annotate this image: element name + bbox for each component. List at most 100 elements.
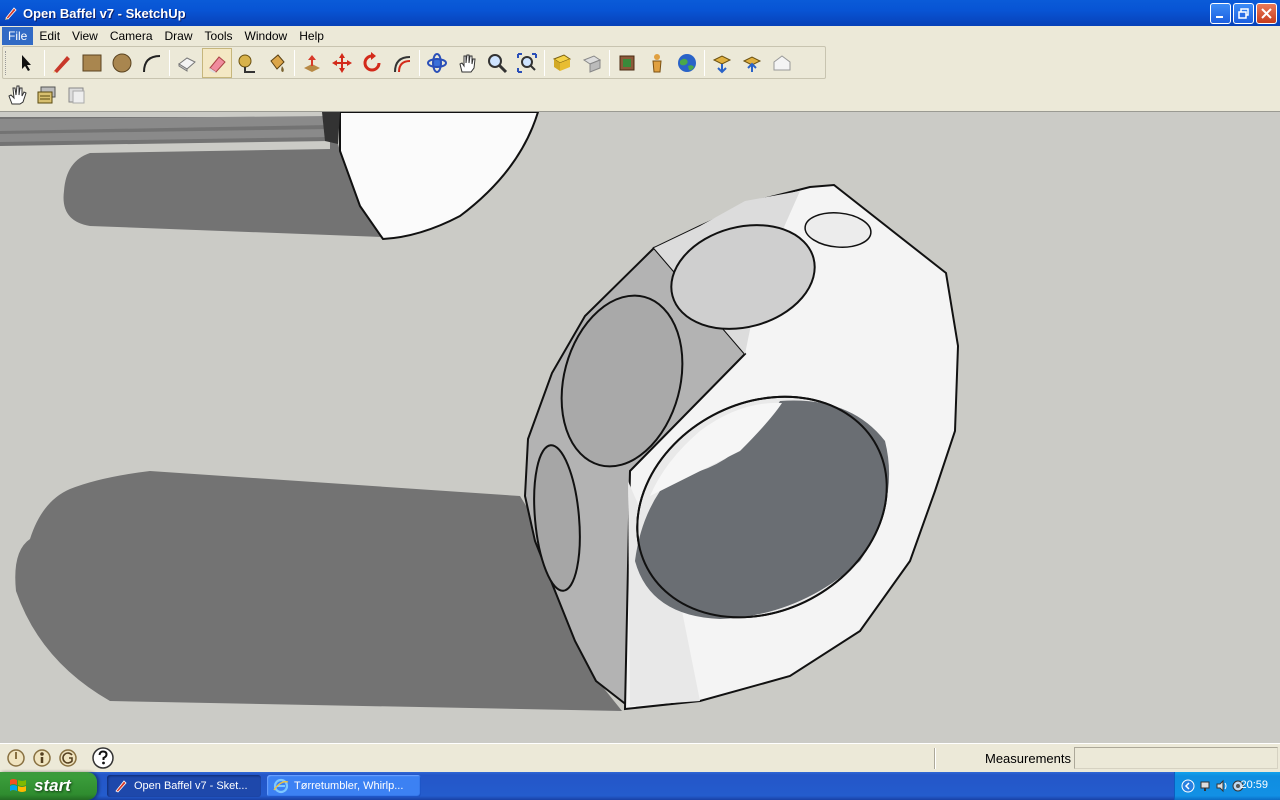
place-model-icon: [619, 55, 635, 70]
volume-icon[interactable]: [1215, 779, 1229, 793]
make-component-icon: [178, 56, 196, 72]
taskbar-item-label: Open Baffel v7 - Sket...: [134, 780, 248, 792]
rectangle-tool-button[interactable]: [77, 48, 107, 78]
measurements-input[interactable]: [1074, 747, 1278, 769]
hand-icon: [8, 85, 27, 105]
tape-measure-icon: [238, 54, 255, 73]
restore-icon: [1238, 8, 1249, 19]
toolbar-separator: [419, 49, 420, 76]
menu-camera[interactable]: Camera: [104, 27, 159, 45]
rectangle-icon: [82, 54, 102, 71]
close-button[interactable]: [1256, 3, 1277, 24]
components-icon: [68, 87, 85, 104]
taskbar-item-label: Tørretumbler, Whirlp...: [294, 780, 404, 792]
get-current-view-button[interactable]: [707, 48, 737, 78]
zoom-extents-icon: [517, 52, 537, 73]
network-icon[interactable]: [1199, 779, 1213, 793]
help-icon[interactable]: [92, 747, 114, 769]
menu-tools[interactable]: Tools: [199, 27, 239, 45]
menu-file[interactable]: File: [2, 26, 34, 45]
status-bar: Measurements: [0, 743, 1280, 772]
pencil-tool-button[interactable]: [47, 48, 77, 78]
components-button[interactable]: [62, 80, 92, 110]
zoom-tool-button[interactable]: [482, 48, 512, 78]
upper-object-face: [339, 112, 540, 241]
sketchup-app-icon: [5, 7, 17, 20]
restore-button[interactable]: [1233, 3, 1254, 24]
push-pull-tool-button[interactable]: [297, 48, 327, 78]
main-toolbar: [2, 46, 826, 79]
share-model-button[interactable]: [577, 48, 607, 78]
google-earth-button[interactable]: [672, 48, 702, 78]
system-tray: 20:59: [1174, 772, 1280, 800]
menu-help[interactable]: Help: [293, 27, 330, 45]
eraser-tool-button[interactable]: [202, 47, 232, 78]
move-icon: [332, 52, 352, 73]
user-icon[interactable]: [58, 748, 78, 768]
get-models-button[interactable]: [547, 48, 577, 78]
position-camera-icon: [652, 53, 662, 72]
make-component-button[interactable]: [172, 48, 202, 78]
place-model-button[interactable]: [612, 48, 642, 78]
start-label: start: [34, 776, 71, 795]
toggle-terrain-icon: [742, 55, 762, 72]
title-bar: Open Baffel v7 - SketchUp: [0, 0, 1280, 26]
circle-tool-button[interactable]: [107, 48, 137, 78]
toolbar-separator: [704, 49, 705, 76]
toolbar-separator: [169, 49, 170, 76]
select-icon: [22, 54, 31, 71]
taskbar-item-browser[interactable]: Tørretumbler, Whirlp...: [267, 775, 421, 797]
menu-window[interactable]: Window: [239, 27, 294, 45]
tape-measure-tool-button[interactable]: [232, 48, 262, 78]
toolbar-separator: [294, 49, 295, 76]
arc-tool-button[interactable]: [137, 48, 167, 78]
google-earth-icon: [678, 53, 696, 72]
move-tool-button[interactable]: [327, 48, 357, 78]
position-camera-button[interactable]: [642, 48, 672, 78]
offset-tool-button[interactable]: [387, 48, 417, 78]
layer-manager-icon: [37, 86, 56, 104]
measurements-label: Measurements: [985, 751, 1071, 766]
tray-expand-icon[interactable]: [1181, 779, 1195, 793]
toolbar-separator: [544, 49, 545, 76]
3d-viewport[interactable]: [0, 111, 1280, 743]
hand-tool-button[interactable]: [2, 80, 32, 110]
paint-bucket-tool-button[interactable]: [262, 48, 292, 78]
zoom-icon: [488, 53, 508, 73]
get-current-view-icon: [712, 54, 732, 73]
geo-location-icon[interactable]: [6, 748, 26, 768]
orbit-icon: [427, 52, 447, 73]
model-canvas[interactable]: [0, 112, 1280, 743]
toolbar-grip[interactable]: [5, 50, 9, 75]
pencil-icon: [53, 55, 70, 73]
start-button[interactable]: start: [0, 772, 97, 800]
get-models-icon: [552, 53, 572, 71]
share-model-icon: [582, 54, 602, 73]
sketchup-task-icon: [115, 780, 127, 793]
layer-manager-button[interactable]: [32, 80, 62, 110]
toolbar-separator: [44, 49, 45, 76]
close-icon: [1261, 8, 1272, 19]
minimize-button[interactable]: [1210, 3, 1231, 24]
clock[interactable]: 20:59: [1240, 779, 1268, 791]
taskbar-item-sketchup[interactable]: Open Baffel v7 - Sket...: [107, 775, 261, 797]
window-title: Open Baffel v7 - SketchUp: [23, 5, 186, 21]
menu-draw[interactable]: Draw: [159, 27, 199, 45]
place-model-earth-icon: [773, 54, 791, 70]
rotate-tool-button[interactable]: [357, 48, 387, 78]
eraser-icon: [209, 55, 226, 73]
secondary-toolbar: [2, 80, 100, 110]
pan-tool-button[interactable]: [452, 48, 482, 78]
select-tool-button[interactable]: [12, 48, 42, 78]
credits-icon[interactable]: [32, 748, 52, 768]
offset-icon: [394, 55, 411, 72]
toggle-terrain-button[interactable]: [737, 48, 767, 78]
push-pull-icon: [304, 54, 320, 72]
zoom-extents-tool-button[interactable]: [512, 48, 542, 78]
place-model-earth-button[interactable]: [767, 48, 797, 78]
menu-edit[interactable]: Edit: [33, 27, 66, 45]
internet-explorer-icon: [273, 778, 289, 794]
menu-view[interactable]: View: [66, 27, 104, 45]
minimize-icon: [1216, 16, 1223, 18]
orbit-tool-button[interactable]: [422, 48, 452, 78]
